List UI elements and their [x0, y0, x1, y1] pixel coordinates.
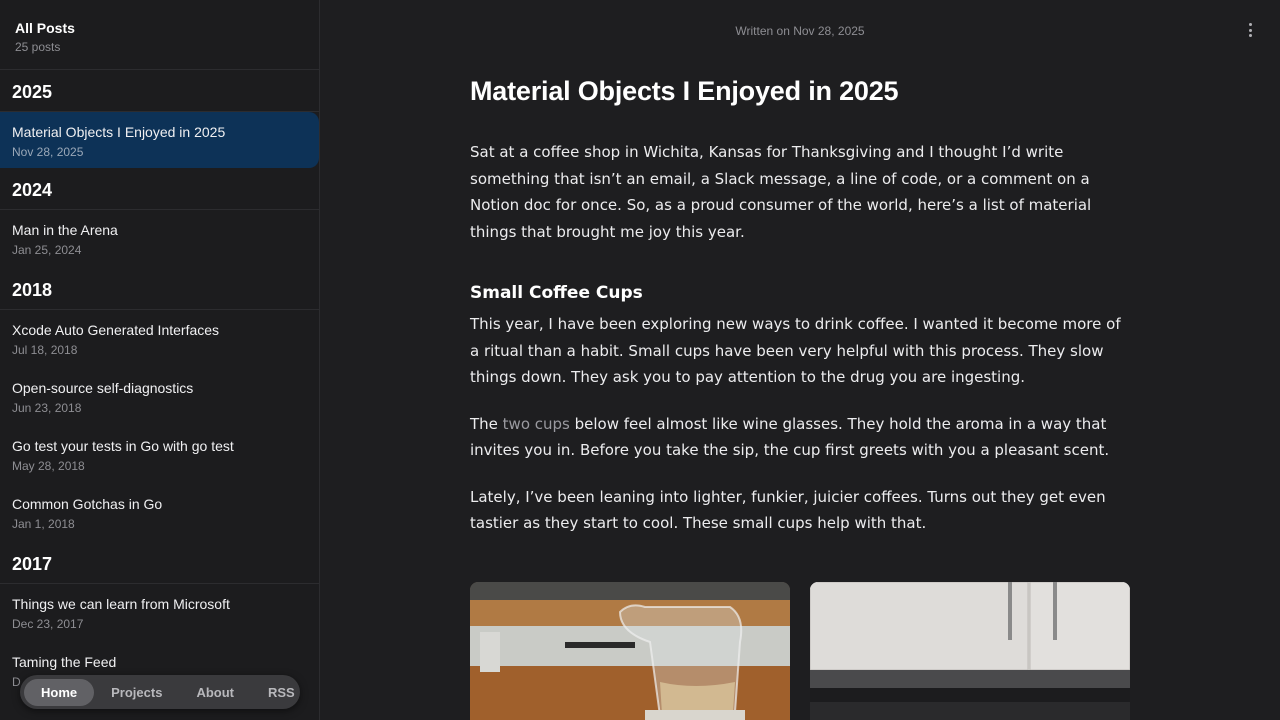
written-on-date: Written on Nov 28, 2025 — [735, 24, 865, 38]
nav-projects[interactable]: Projects — [94, 679, 179, 706]
post-date: Nov 28, 2025 — [12, 145, 84, 159]
post-count: 25 posts — [15, 40, 61, 54]
two-cups-link[interactable]: two cups — [503, 415, 570, 433]
year-heading-2024: 2024 — [0, 168, 319, 210]
article-title: Material Objects I Enjoyed in 2025 — [470, 76, 899, 106]
post-date: Dec 23, 2017 — [12, 617, 84, 631]
paragraph: The two cups below feel almost like wine… — [470, 411, 1130, 464]
more-options-icon[interactable] — [1242, 22, 1258, 38]
photo-gallery — [470, 582, 1130, 720]
post-item-self-diagnostics[interactable]: Open-source self-diagnostics Jun 23, 201… — [0, 368, 319, 426]
post-item-material-objects[interactable]: Material Objects I Enjoyed in 2025 Nov 2… — [0, 112, 319, 168]
article: Material Objects I Enjoyed in 2025 Sat a… — [470, 76, 1130, 537]
year-heading-2018: 2018 — [0, 268, 319, 310]
sidebar-header: All Posts 25 posts — [0, 0, 319, 70]
post-item-go-test[interactable]: Go test your tests in Go with go test Ma… — [0, 426, 319, 484]
year-heading-2025: 2025 — [0, 70, 319, 112]
post-title: Taming the Feed — [12, 654, 117, 670]
bottom-nav: Home Projects About RSS — [20, 675, 300, 709]
year-heading-2017: 2017 — [0, 542, 319, 584]
post-title: Things we can learn from Microsoft — [12, 596, 230, 612]
coffee-carafe-photo[interactable] — [470, 582, 790, 720]
paragraph: Lately, I’ve been leaning into lighter, … — [470, 487, 1106, 533]
post-title: Xcode Auto Generated Interfaces — [12, 322, 220, 338]
nav-home[interactable]: Home — [24, 678, 95, 706]
post-title: Go test your tests in Go with go test — [12, 438, 234, 454]
nav-about[interactable]: About — [179, 679, 251, 706]
post-title: Man in the Arena — [12, 222, 118, 238]
nav-rss[interactable]: RSS — [251, 679, 312, 706]
kitchen-cabinet-photo[interactable] — [810, 582, 1130, 720]
post-title: Material Objects I Enjoyed in 2025 — [12, 124, 226, 140]
post-title: Open-source self-diagnostics — [12, 380, 194, 396]
section-heading: Small Coffee Cups — [470, 283, 643, 303]
post-item-man-in-the-arena[interactable]: Man in the Arena Jan 25, 2024 — [0, 210, 319, 268]
paragraph-text: The — [470, 414, 503, 433]
sidebar-title: All Posts — [15, 20, 75, 36]
sidebar: All Posts 25 posts 2025 Material Objects… — [0, 0, 320, 720]
paragraph: This year, I have been exploring new way… — [470, 315, 1121, 386]
post-date: Jul 18, 2018 — [12, 343, 78, 357]
post-item-go-gotchas[interactable]: Common Gotchas in Go Jan 1, 2018 — [0, 484, 319, 542]
post-item-xcode[interactable]: Xcode Auto Generated Interfaces Jul 18, … — [0, 310, 319, 368]
post-date: Jan 25, 2024 — [12, 243, 82, 257]
post-date: May 28, 2018 — [12, 459, 85, 473]
post-date: Jun 23, 2018 — [12, 401, 82, 415]
article-pane: Written on Nov 28, 2025 Material Objects… — [320, 0, 1280, 720]
post-item-microsoft[interactable]: Things we can learn from Microsoft Dec 2… — [0, 584, 319, 642]
post-title: Common Gotchas in Go — [12, 496, 163, 512]
article-intro: Sat at a coffee shop in Wichita, Kansas … — [470, 143, 1092, 241]
post-date: Jan 1, 2018 — [12, 517, 75, 531]
